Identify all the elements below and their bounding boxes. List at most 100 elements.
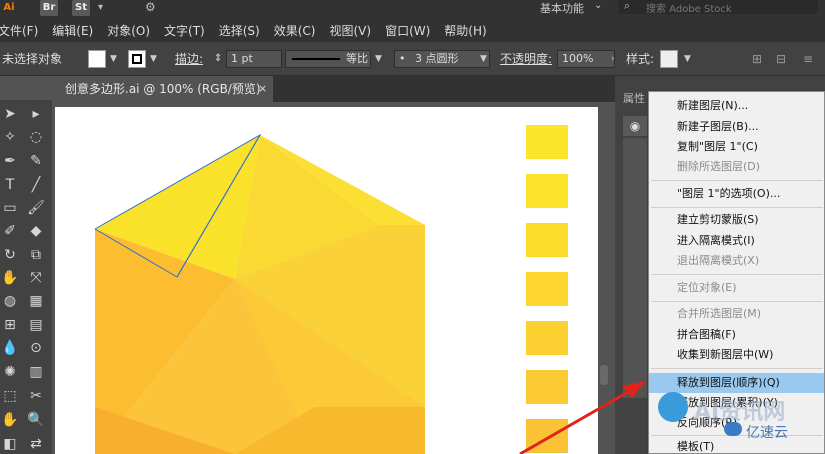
direct-selection-icon[interactable]: ▸ [26,104,46,124]
selection-tool-icon[interactable]: ➤ [0,104,20,124]
hand-icon[interactable]: ✋ [0,410,20,430]
shape-builder-icon[interactable]: ◍ [0,291,20,311]
transform-icon[interactable]: ⊟ [776,42,786,76]
eyedropper-icon[interactable]: 💧 [0,338,20,358]
menu-item-release-sequence[interactable]: 释放到图层(顺序)(Q) [677,374,780,392]
stroke-label[interactable]: 描边: [175,42,203,76]
gradient-icon[interactable]: ▤ [26,315,46,335]
blend-icon[interactable]: ⊙ [26,338,46,358]
menu-divider [651,207,823,208]
brush-label: 3 点圆形 [415,52,459,65]
layer-row[interactable] [623,138,647,398]
eye-icon[interactable]: ◉ [623,116,647,136]
curvature-icon[interactable]: ✎ [26,151,46,171]
stock-button[interactable]: St [72,0,90,16]
menu-window[interactable]: 窗口(W) [385,20,430,42]
brush-icon[interactable]: 🖌 [26,198,46,218]
mesh-icon[interactable]: ⊞ [0,315,20,335]
search-stock-input[interactable]: ⌕ 搜索 Adobe Stock [618,0,818,15]
perspective-grid-icon[interactable]: ▦ [26,291,46,311]
canvas-area[interactable] [52,102,615,454]
swap-icon[interactable]: ⇄ [26,434,46,454]
eraser-icon[interactable]: ◆ [26,221,46,241]
chevron-down-icon[interactable]: ⌄ [594,0,602,11]
illustrator-logo: Ai [0,0,18,16]
warp-icon[interactable]: ✋ [0,268,20,288]
color-swatch[interactable] [526,370,568,404]
opacity-field[interactable]: 100% [557,50,615,68]
lasso-icon[interactable]: ◌ [26,127,46,147]
opacity-label[interactable]: 不透明度: [500,42,552,76]
pen-icon[interactable]: ✒ [0,151,20,171]
menu-item-layer-options[interactable]: "图层 1"的选项(O)... [677,185,780,203]
stroke-swatch[interactable] [128,50,146,68]
menu-item-locate-object[interactable]: 定位对象(E) [677,279,737,297]
artwork[interactable] [55,107,598,454]
menu-item-enter-isolation[interactable]: 进入隔离模式(I) [677,232,755,250]
fill-stroke-icon[interactable]: ◧ [0,434,20,454]
stroke-profile-dropdown[interactable]: 等比 [285,50,371,68]
chevron-down-icon[interactable]: ▼ [684,42,691,76]
menu-edit[interactable]: 编辑(E) [52,20,93,42]
menu-view[interactable]: 视图(V) [329,20,371,42]
menu-effect[interactable]: 效果(C) [274,20,316,42]
tools-panel: ➤ ▸ ✧ ◌ ✒ ✎ T ╱ ▭ 🖌 ✐ ◆ ↻ ⧉ ✋ ⤧ ◍ ▦ ⊞ ▤ … [0,100,52,454]
color-swatch[interactable] [526,223,568,257]
color-swatch[interactable] [526,272,568,306]
chevron-down-icon[interactable]: ▼ [110,42,117,76]
menu-type[interactable]: 文字(T) [164,20,205,42]
menu-object[interactable]: 对象(O) [107,20,150,42]
stroke-weight-field[interactable]: 1 pt [226,50,282,68]
menu-item-make-clipping-mask[interactable]: 建立剪切蒙版(S) [677,211,759,229]
rectangle-icon[interactable]: ▭ [0,198,20,218]
chevron-down-icon[interactable]: ▼ [150,42,157,76]
magic-wand-icon[interactable]: ✧ [0,127,20,147]
scale-icon[interactable]: ⧉ [26,245,46,265]
fill-swatch[interactable] [88,50,106,68]
color-swatch[interactable] [526,419,568,453]
stroke-stepper-icon[interactable]: ⇕ [214,42,222,76]
menu-item-exit-isolation[interactable]: 退出隔离模式(X) [677,252,759,270]
graphic-style-swatch[interactable] [660,50,678,68]
line-icon[interactable]: ╱ [26,175,46,195]
vertical-scrollbar[interactable] [600,365,608,385]
align-icon[interactable]: ⊞ [752,42,762,76]
shaper-icon[interactable]: ✐ [0,221,20,241]
free-transform-icon[interactable]: ⤧ [26,268,46,288]
color-swatch[interactable] [526,174,568,208]
menu-help[interactable]: 帮助(H) [444,20,486,42]
graph-icon[interactable]: ▥ [26,362,46,382]
properties-tab[interactable]: 属性 [623,90,645,106]
menu-item-collect-new-layer[interactable]: 收集到新图层中(W) [677,346,773,364]
menu-item-duplicate-layer[interactable]: 复制"图层 1"(C) [677,138,758,156]
brush-dropdown[interactable]: • 3 点圆形 [394,50,490,68]
menu-item-delete-layer[interactable]: 删除所选图层(D) [677,158,760,176]
panel-menu-icon[interactable]: ≡ [803,42,813,76]
chevron-down-icon[interactable]: ▼ [480,42,487,76]
document-tab[interactable]: 创意多边形.ai @ 100% (RGB/预览) × [55,76,273,102]
menu-select[interactable]: 选择(S) [219,20,260,42]
menu-file[interactable]: 文件(F) [0,20,38,42]
artboard-icon[interactable]: ⬚ [0,386,20,406]
symbol-sprayer-icon[interactable]: ✺ [0,362,20,382]
menu-item-new-sublayer[interactable]: 新建子图层(B)... [677,118,759,136]
gpu-performance-icon[interactable]: ⚙ [145,0,156,14]
chevron-down-icon[interactable]: ▼ [375,42,382,76]
watermark: AI资讯网 亿速云 [658,392,818,446]
chevron-right-icon[interactable]: › [611,42,615,76]
menu-item-new-layer[interactable]: 新建图层(N)... [677,97,748,115]
menu-item-merge-layers[interactable]: 合并所选图层(M) [677,305,761,323]
artboard[interactable] [55,107,598,454]
menu-item-flatten-artwork[interactable]: 拼合图稿(F) [677,326,736,344]
workspace-switcher[interactable]: 基本功能 [540,0,584,16]
zoom-icon[interactable]: 🔍 [26,410,46,430]
chevron-down-icon[interactable]: ▾ [98,2,103,13]
type-icon[interactable]: T [0,175,20,195]
rotate-icon[interactable]: ↻ [0,245,20,265]
selection-status: 未选择对象 [2,52,63,66]
bridge-button[interactable]: Br [40,0,58,16]
color-swatch[interactable] [526,125,568,159]
close-icon[interactable]: × [258,76,267,102]
slice-icon[interactable]: ✂ [26,386,46,406]
color-swatch[interactable] [526,321,568,355]
